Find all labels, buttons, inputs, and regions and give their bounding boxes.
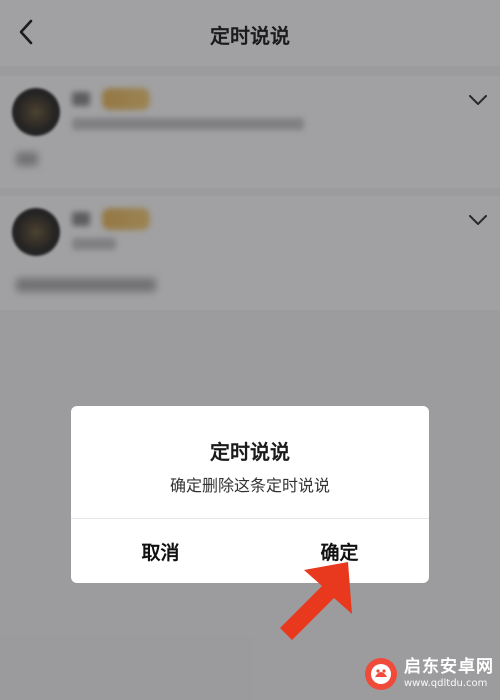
- red-arrow-icon: [280, 562, 352, 640]
- watermark-brand: 启东安卓网: [404, 657, 494, 677]
- dialog-title: 定时说说: [210, 440, 290, 464]
- watermark: 启东安卓网 www.qdltdu.com: [364, 654, 494, 694]
- brand-logo-icon: [365, 658, 397, 690]
- delete-confirm-dialog: 定时说说 确定删除这条定时说说 取消 确定: [71, 406, 429, 583]
- cancel-button[interactable]: 取消: [71, 519, 250, 583]
- dialog-message: 确定删除这条定时说说: [169, 476, 330, 495]
- modal-backdrop[interactable]: [0, 0, 500, 700]
- watermark-url: www.qdltdu.com: [404, 678, 488, 689]
